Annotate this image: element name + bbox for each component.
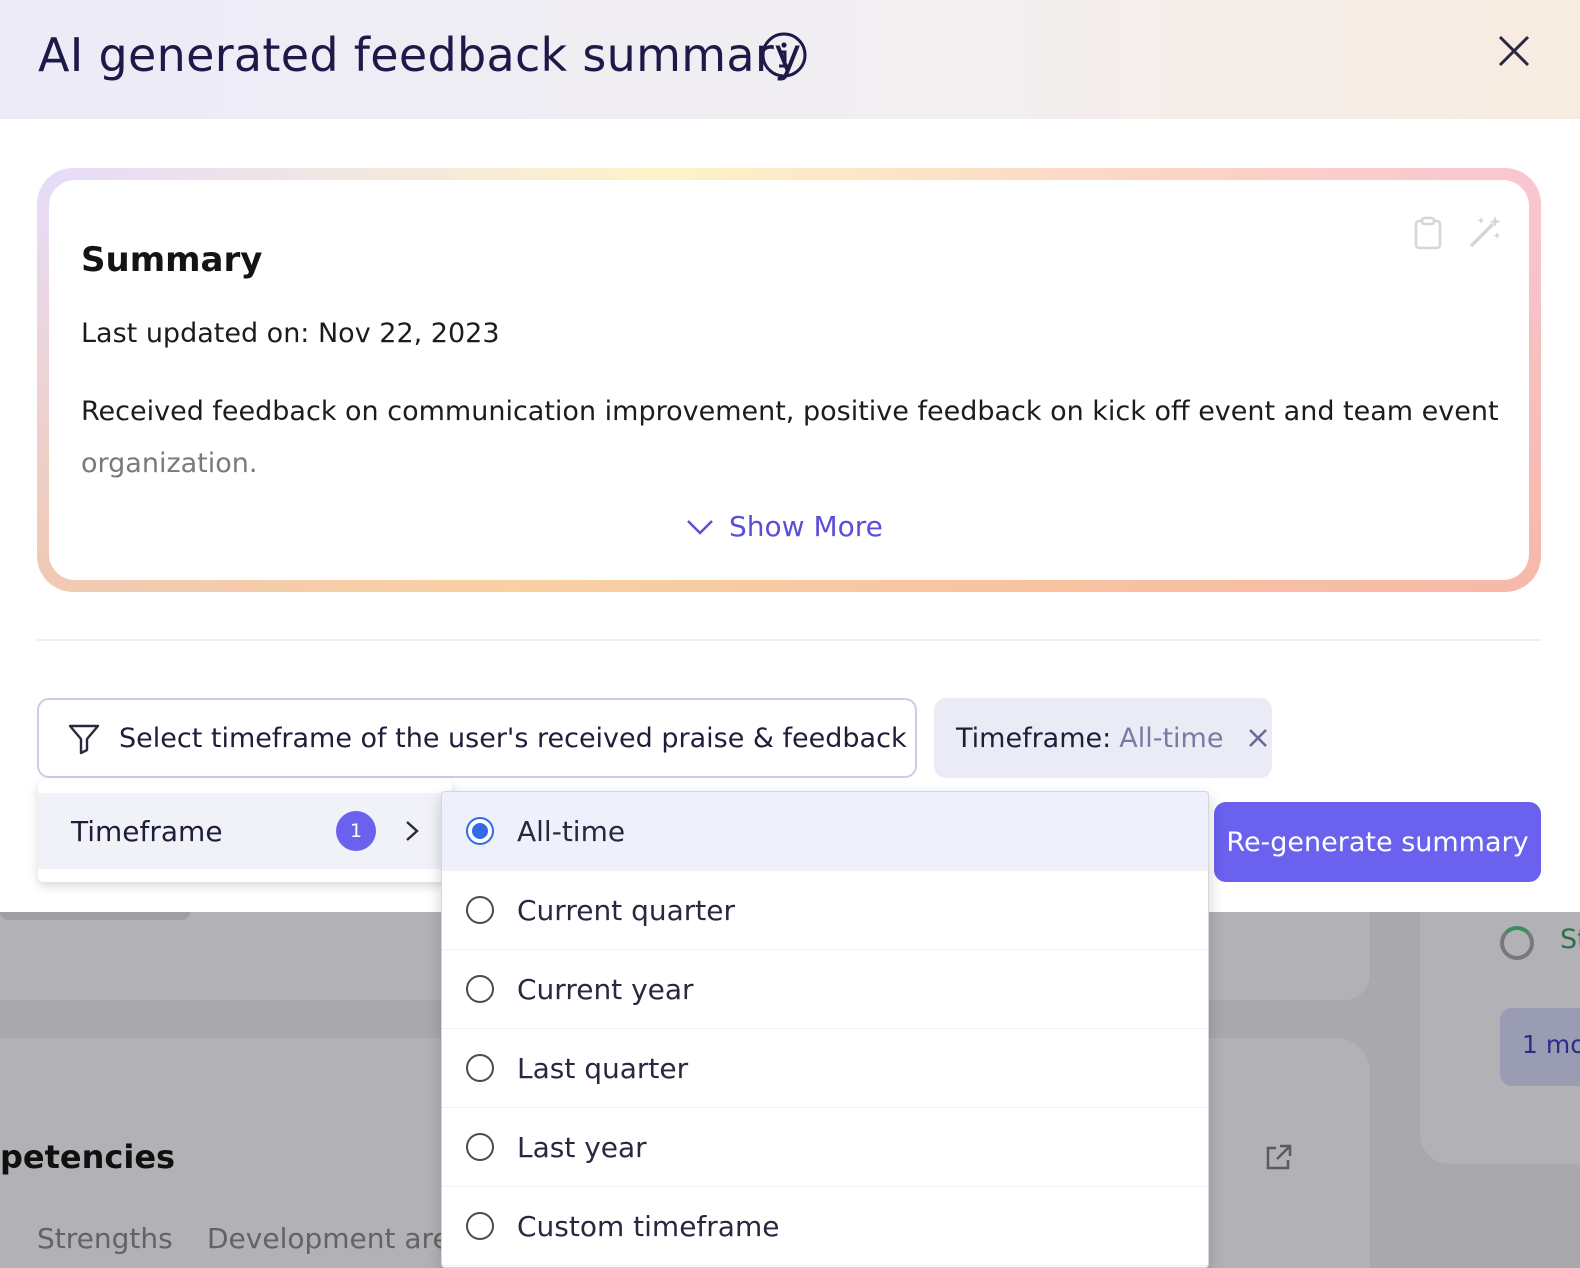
- option-last-quarter[interactable]: Last quarter: [442, 1029, 1208, 1108]
- background-tab-development: Development are: [207, 1222, 450, 1255]
- feedback-summary-modal: AI generated feedback summary Summary La…: [0, 0, 1580, 912]
- radio-icon[interactable]: [466, 975, 494, 1003]
- modal-title: AI generated feedback summary: [38, 28, 802, 82]
- option-current-year[interactable]: Current year: [442, 950, 1208, 1029]
- info-icon[interactable]: [760, 31, 808, 79]
- show-more-label: Show More: [729, 510, 883, 543]
- option-label: Current year: [517, 972, 694, 1006]
- remove-chip-icon[interactable]: [1245, 725, 1271, 751]
- background-section-title: petencies: [0, 1138, 176, 1176]
- option-custom-timeframe[interactable]: Custom timeframe: [442, 1187, 1208, 1266]
- background-band-edge: [0, 912, 190, 920]
- summary-text-line-faded: organization.: [81, 448, 258, 479]
- radio-icon[interactable]: [466, 1212, 494, 1240]
- background-pill-text: 1 mo: [1522, 1030, 1580, 1059]
- summary-text-line: Received feedback on communication impro…: [81, 396, 1499, 427]
- chip-key: Timeframe:: [956, 722, 1112, 754]
- background-status-text: St: [1560, 924, 1580, 955]
- progress-ring-icon: [1500, 926, 1534, 960]
- summary-text: Received feedback on communication impro…: [81, 386, 1501, 490]
- summary-card: Summary Last updated on: Nov 22, 2023 Re…: [49, 180, 1529, 580]
- close-icon[interactable]: [1496, 33, 1532, 69]
- option-label: Last quarter: [517, 1051, 689, 1085]
- radio-icon[interactable]: [466, 896, 494, 924]
- chip-value: All-time: [1119, 722, 1224, 754]
- clipboard-icon[interactable]: [1413, 216, 1443, 250]
- option-label: Last year: [517, 1130, 647, 1164]
- option-label: Custom timeframe: [517, 1209, 780, 1243]
- menu-item-timeframe[interactable]: Timeframe 1: [38, 793, 452, 869]
- magic-wand-icon[interactable]: [1467, 214, 1503, 250]
- external-link-icon: [1266, 1144, 1292, 1170]
- chevron-right-icon: [406, 821, 419, 841]
- radio-icon[interactable]: [466, 1133, 494, 1161]
- chevron-down-icon: [687, 519, 713, 535]
- background-tab-strengths: Strengths: [37, 1222, 173, 1255]
- selection-count-badge: 1: [336, 811, 376, 851]
- option-label: All-time: [517, 814, 626, 848]
- option-label: Current quarter: [517, 893, 735, 927]
- radio-selected-icon[interactable]: [466, 817, 494, 845]
- filter-funnel-icon: [68, 724, 100, 755]
- menu-item-label: Timeframe: [71, 814, 223, 848]
- filter-label: Select timeframe of the user's received …: [119, 722, 907, 754]
- option-all-time[interactable]: All-time: [442, 792, 1208, 871]
- option-current-quarter[interactable]: Current quarter: [442, 871, 1208, 950]
- option-last-year[interactable]: Last year: [442, 1108, 1208, 1187]
- timeframe-filter-button[interactable]: Select timeframe of the user's received …: [37, 698, 917, 778]
- summary-title: Summary: [81, 240, 263, 280]
- timeframe-chip: Timeframe: All-time: [934, 698, 1272, 778]
- regenerate-summary-button[interactable]: Re-generate summary: [1214, 802, 1541, 882]
- show-more-button[interactable]: Show More: [685, 510, 883, 543]
- divider: [37, 639, 1541, 641]
- filter-category-menu: Timeframe 1: [38, 779, 452, 882]
- radio-icon[interactable]: [466, 1054, 494, 1082]
- last-updated-text: Last updated on: Nov 22, 2023: [81, 318, 500, 349]
- summary-card-border: Summary Last updated on: Nov 22, 2023 Re…: [37, 168, 1541, 592]
- modal-header: AI generated feedback summary: [0, 0, 1580, 119]
- timeframe-options-menu: All-time Current quarter Current year La…: [441, 791, 1209, 1268]
